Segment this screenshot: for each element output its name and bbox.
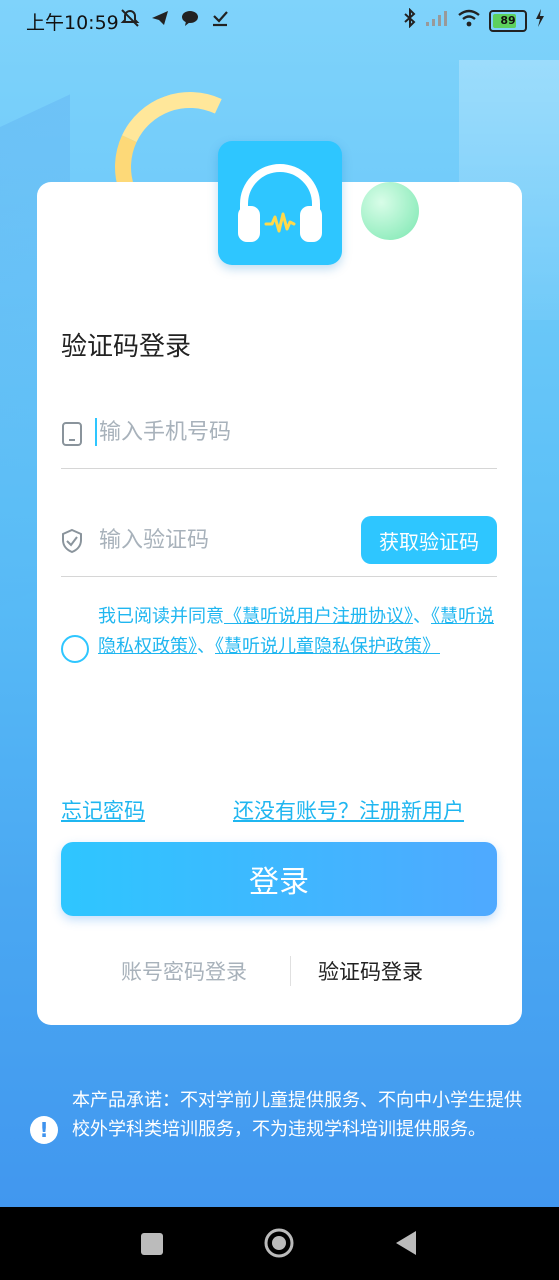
info-icon: ! — [30, 1116, 58, 1144]
text-cursor — [95, 418, 97, 446]
decorative-green-dot — [361, 182, 419, 240]
phone-input[interactable] — [99, 414, 349, 450]
phone-icon — [61, 421, 83, 447]
agreement-separator: 、 — [413, 606, 431, 627]
code-login-tab[interactable]: 验证码登录 — [318, 956, 423, 986]
phone-field-row — [61, 408, 497, 469]
charging-icon — [535, 9, 545, 32]
page-title: 验证码登录 — [61, 332, 192, 362]
status-system-icons: 89 — [403, 7, 545, 33]
register-link[interactable]: 还没有账号？注册新用户 — [233, 795, 464, 825]
telegram-icon — [150, 8, 170, 33]
download-done-icon — [210, 8, 230, 33]
battery-icon: 89 — [489, 9, 527, 32]
agreement-checkbox[interactable] — [61, 635, 89, 663]
chat-bubble-icon — [180, 8, 200, 33]
verification-code-input[interactable] — [99, 522, 349, 558]
tab-divider — [290, 956, 291, 986]
agreement-text: 我已阅读并同意《慧听说用户注册协议》、《慧听说隐私权政策》、《慧听说儿童隐私保护… — [98, 602, 498, 662]
wifi-icon — [457, 9, 481, 32]
recents-button[interactable] — [141, 1233, 163, 1255]
signal-icon — [425, 9, 449, 32]
password-login-tab[interactable]: 账号密码登录 — [121, 956, 247, 986]
mute-bell-icon — [120, 8, 140, 33]
headphones-icon — [230, 156, 330, 250]
get-code-button[interactable]: 获取验证码 — [361, 516, 497, 564]
back-button[interactable] — [394, 1229, 418, 1257]
shield-check-icon — [61, 528, 83, 554]
status-time: 上午10:59 — [26, 12, 119, 34]
agreement-prefix: 我已阅读并同意 — [98, 606, 224, 627]
bluetooth-icon — [403, 7, 417, 33]
app-logo — [218, 141, 342, 265]
child-privacy-policy-link[interactable]: 《慧听说儿童隐私保护政策》 — [215, 636, 440, 657]
home-button[interactable] — [263, 1227, 295, 1259]
code-field-row: 获取验证码 — [61, 516, 497, 577]
service-notice: 本产品承诺：不对学前儿童提供服务、不向中小学生提供校外学科类培训服务，不为违规学… — [72, 1090, 522, 1140]
battery-percent: 89 — [500, 14, 516, 27]
status-notification-icons — [120, 8, 230, 33]
user-agreement-link[interactable]: 《慧听说用户注册协议》 — [224, 606, 413, 627]
system-nav-bar — [0, 1207, 559, 1280]
status-bar: 上午10:59 89 — [0, 0, 559, 42]
agreement-separator: 、 — [197, 636, 215, 657]
forgot-password-link[interactable]: 忘记密码 — [61, 795, 145, 825]
login-button[interactable]: 登录 — [61, 842, 497, 916]
